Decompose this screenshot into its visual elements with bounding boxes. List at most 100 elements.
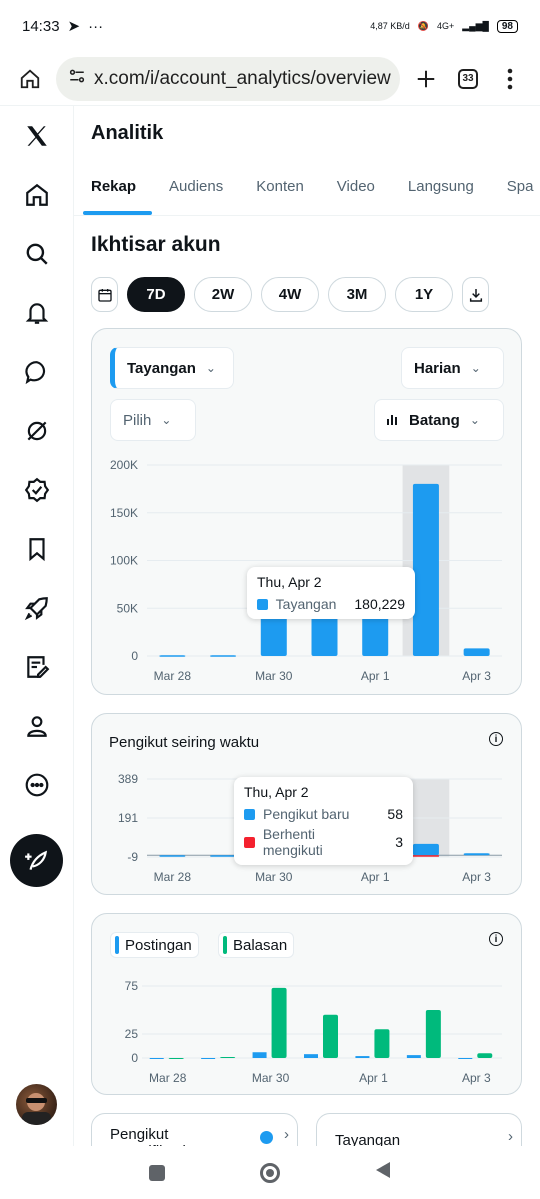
interval-dropdown[interactable]: Harian ⌄ [401, 347, 504, 389]
bar-replies [220, 1057, 236, 1059]
chevron-right-icon: › [284, 1126, 289, 1143]
y-tick-label: -9 [127, 850, 138, 864]
back-icon[interactable] [375, 1161, 391, 1184]
tooltip-unfollow-value: 3 [395, 834, 403, 850]
profile-icon[interactable] [22, 711, 52, 741]
mute-icon: 🔕 [417, 20, 429, 31]
home-nav-icon[interactable] [22, 180, 52, 210]
analytics-tabs: Rekap Audiens Konten Video Langsung Spa [74, 168, 540, 216]
legend-replies[interactable]: Balasan [218, 932, 295, 958]
tab-langsung[interactable]: Langsung [391, 168, 490, 215]
range-4w-button[interactable]: 4W [261, 277, 319, 312]
metric-dropdown-label: Tayangan [127, 359, 196, 377]
y-tick-label: 25 [125, 1027, 139, 1041]
info-icon[interactable]: i [489, 732, 503, 746]
home-button-icon[interactable] [260, 1162, 280, 1183]
posts-chart: 75 25 0 Mar 28 Mar 30 Apr 1 Apr 3 [125, 979, 502, 1085]
bar-replies [374, 1029, 390, 1058]
notifications-icon[interactable] [22, 298, 52, 328]
impressions-summary-card[interactable]: Tayangan › [316, 1113, 522, 1146]
bar-posts [406, 1055, 421, 1058]
impressions-card: Tayangan ⌄ Harian ⌄ Pilih ⌄ Batang ⌄ 200… [91, 328, 522, 695]
compose-post-button[interactable] [10, 834, 63, 887]
bar-replies [425, 1010, 441, 1058]
tooltip-date: Thu, Apr 2 [257, 574, 322, 590]
status-bar: 14:33 ➤ ··· 4,87 KB/d 🔕 4G+ ▂▄▆█ 98 [0, 0, 540, 52]
x-tick-label: Mar 30 [255, 669, 293, 683]
tab-spaces[interactable]: Spa [490, 168, 540, 215]
articles-icon[interactable] [22, 652, 52, 682]
bar-posts [304, 1054, 318, 1058]
site-settings-icon[interactable] [68, 67, 86, 91]
range-1y-button[interactable]: 1Y [395, 277, 453, 312]
bookmark-icon[interactable] [22, 534, 52, 564]
tooltip-unfollow-label: Berhenti mengikuti [262, 826, 323, 858]
bar-replies [477, 1053, 493, 1058]
bar-posts [201, 1058, 216, 1059]
grok-icon[interactable] [22, 416, 52, 446]
range-7d-button[interactable]: 7D [127, 277, 185, 312]
tab-rekap[interactable]: Rekap [74, 168, 153, 215]
rocket-icon[interactable] [22, 593, 52, 623]
system-nav-bar [0, 1146, 540, 1199]
battery-level: 98 [496, 19, 518, 33]
bar [463, 648, 490, 656]
calendar-icon[interactable] [91, 277, 118, 312]
bar [260, 615, 287, 656]
address-bar[interactable]: x.com/i/account_analytics/overview [56, 56, 400, 101]
bar [412, 483, 439, 656]
verified-followers-card[interactable]: Pengikut terverifikasi › [91, 1113, 298, 1146]
x-tick-label: Mar 30 [255, 870, 293, 884]
chart-type-label: Batang [409, 411, 460, 429]
x-tick-label: Mar 28 [154, 870, 192, 884]
sidebar [0, 106, 74, 1146]
signal-icon: ▂▄▆█ [462, 20, 489, 31]
chart-type-dropdown[interactable]: Batang ⌄ [374, 399, 504, 441]
messages-icon[interactable] [22, 357, 52, 387]
select-dropdown-label: Pilih [123, 411, 152, 429]
legend-replies-label: Balasan [233, 936, 288, 954]
range-selector: 7D 2W 4W 3M 1Y [91, 277, 489, 312]
range-2w-button[interactable]: 2W [194, 277, 252, 312]
new-tab-icon[interactable] [410, 63, 442, 95]
x-tick-label: Apr 1 [361, 870, 390, 884]
home-icon[interactable] [14, 63, 46, 95]
range-3m-button[interactable]: 3M [328, 277, 386, 312]
info-icon[interactable]: i [489, 932, 503, 946]
legend-replies-swatch [223, 936, 227, 954]
status-time: 14:33 [22, 17, 60, 35]
bar-new-followers [412, 843, 439, 856]
section-title: Ikhtisar akun [91, 233, 221, 256]
tab-audiens[interactable]: Audiens [152, 168, 239, 215]
tab-konten[interactable]: Konten [239, 168, 320, 215]
more-options-icon[interactable] [22, 770, 52, 800]
main-content: Analitik Rekap Audiens Konten Video Lang… [74, 106, 540, 1146]
tab-switcher-button[interactable]: 33 [452, 63, 484, 95]
bar [362, 615, 389, 656]
y-tick-label: 75 [125, 979, 139, 993]
avatar[interactable] [16, 1084, 57, 1125]
download-icon[interactable] [462, 277, 489, 312]
y-tick-label: 191 [118, 811, 138, 825]
recent-apps-icon[interactable] [149, 1164, 165, 1181]
search-icon[interactable] [22, 239, 52, 269]
bar-posts [458, 1058, 473, 1059]
tooltip-swatch-unfollow [244, 836, 255, 848]
y-tick-label: 389 [118, 772, 138, 786]
premium-verified-icon[interactable] [22, 475, 52, 505]
browser-toolbar: x.com/i/account_analytics/overview 33 [0, 52, 540, 106]
browser-menu-icon[interactable] [494, 63, 526, 95]
followers-card: Pengikut seiring waktu i 389 191 -9 Mar 28 M… [91, 713, 522, 895]
tab-count: 33 [458, 68, 478, 89]
tooltip-label: Tayangan [275, 596, 337, 612]
impressions-tooltip: Thu, Apr 2 Tayangan 180,229 [247, 567, 415, 619]
bar-posts [149, 1058, 164, 1059]
bar-replies [323, 1014, 338, 1058]
legend-posts[interactable]: Postingan [110, 932, 199, 958]
tab-video[interactable]: Video [320, 168, 391, 215]
select-dropdown[interactable]: Pilih ⌄ [110, 399, 196, 441]
followers-card-title: Pengikut seiring waktu [109, 734, 260, 751]
metric-dropdown[interactable]: Tayangan ⌄ [110, 347, 234, 389]
bar [210, 655, 237, 657]
x-logo-icon[interactable] [22, 121, 52, 151]
